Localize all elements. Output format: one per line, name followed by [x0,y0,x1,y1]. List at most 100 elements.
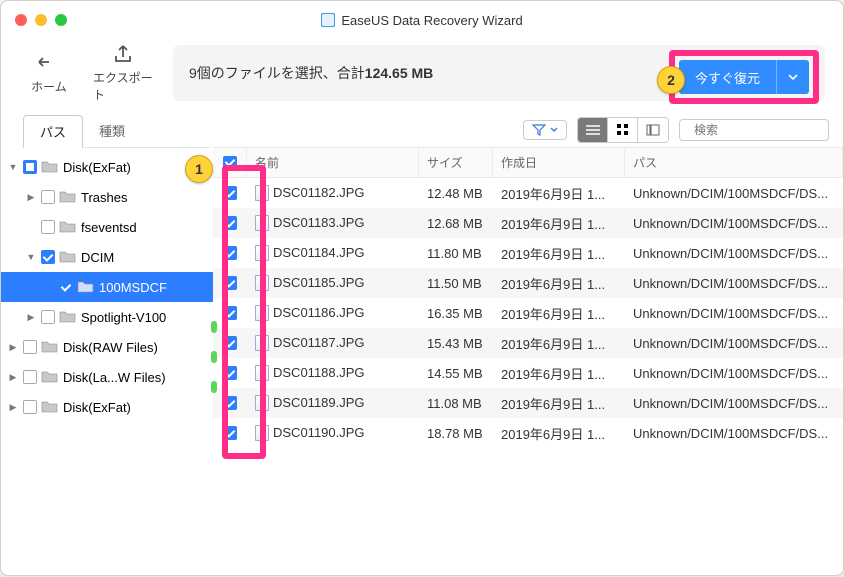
row-checkbox[interactable] [223,336,237,350]
tree-label: Disk(RAW Files) [63,340,158,355]
row-checkbox[interactable] [223,276,237,290]
row-checkbox[interactable] [223,216,237,230]
minimize-dot[interactable] [35,14,47,26]
row-checkbox[interactable] [223,246,237,260]
col-size[interactable]: サイズ [419,148,493,177]
disclosure-arrow-icon[interactable]: ▶ [7,342,19,353]
tree-label: Disk(La...W Files) [63,370,166,385]
file-path: Unknown/DCIM/100MSDCF/DS... [625,336,843,351]
file-size: 15.43 MB [419,336,493,351]
sidebar-tabs: パス 種類 [23,115,209,148]
tab-path[interactable]: パス [23,115,83,148]
tree-checkbox[interactable] [23,400,37,414]
search-input[interactable] [694,123,844,137]
row-checkbox[interactable] [223,426,237,440]
table-row[interactable]: DSC01184.JPG11.80 MB2019年6月9日 1...Unknow… [213,238,843,268]
restore-highlight: 2 今すぐ復元 [669,50,819,104]
col-name[interactable]: 名前 [247,148,419,177]
tree-checkbox[interactable] [23,370,37,384]
table-row[interactable]: DSC01182.JPG12.48 MB2019年6月9日 1...Unknow… [213,178,843,208]
file-icon [255,425,269,441]
table-header: 名前 サイズ 作成日 パス [213,148,843,178]
disclosure-arrow-icon[interactable]: ▼ [7,162,19,172]
tree-label: fseventsd [81,220,137,235]
file-size: 11.08 MB [419,396,493,411]
close-dot[interactable] [15,14,27,26]
file-name: DSC01186.JPG [273,305,365,320]
view-grid-button[interactable] [608,118,638,142]
tree-label: Disk(ExFat) [63,160,131,175]
col-path[interactable]: パス [625,148,843,177]
disclosure-arrow-icon[interactable]: ▼ [25,252,37,262]
row-checkbox[interactable] [223,366,237,380]
list-toolbar [213,113,843,148]
file-date: 2019年6月9日 1... [493,184,625,203]
file-path: Unknown/DCIM/100MSDCF/DS... [625,216,843,231]
file-path: Unknown/DCIM/100MSDCF/DS... [625,396,843,411]
file-name: DSC01182.JPG [273,185,365,200]
table-row[interactable]: DSC01187.JPG15.43 MB2019年6月9日 1...Unknow… [213,328,843,358]
tree-item[interactable]: ▶ Disk(La...W Files) [1,362,213,392]
file-path: Unknown/DCIM/100MSDCF/DS... [625,426,843,441]
table-row[interactable]: DSC01186.JPG16.35 MB2019年6月9日 1...Unknow… [213,298,843,328]
file-path: Unknown/DCIM/100MSDCF/DS... [625,276,843,291]
filter-button[interactable] [523,120,567,140]
search-field[interactable] [679,119,829,141]
callout-2: 2 [657,66,685,94]
file-icon [255,365,269,381]
disclosure-arrow-icon[interactable]: ▶ [25,192,37,203]
table-row[interactable]: DSC01188.JPG14.55 MB2019年6月9日 1...Unknow… [213,358,843,388]
tree-item[interactable]: ▶Disk(ExFat) [1,392,213,422]
tree-item[interactable]: ▼DCIM [1,242,213,272]
select-all-checkbox[interactable] [223,156,237,170]
status-indicator [211,321,217,333]
row-checkbox[interactable] [223,396,237,410]
app-icon [321,13,335,27]
view-preview-button[interactable] [638,118,668,142]
table-row[interactable]: DSC01185.JPG11.50 MB2019年6月9日 1...Unknow… [213,268,843,298]
file-size: 11.80 MB [419,246,493,261]
tree-checkbox[interactable] [41,220,55,234]
status-indicator [211,351,217,363]
tree-checkbox[interactable] [41,250,55,264]
tree-item[interactable]: ▼ Disk(ExFat) [1,152,213,182]
restore-now-button[interactable]: 今すぐ復元 [679,60,809,94]
tab-kind[interactable]: 種類 [83,115,141,147]
file-date: 2019年6月9日 1... [493,274,625,293]
table-row[interactable]: DSC01189.JPG11.08 MB2019年6月9日 1...Unknow… [213,388,843,418]
file-icon [255,275,269,291]
tree-checkbox[interactable] [41,190,55,204]
tree-item[interactable]: 100MSDCF [1,272,213,302]
titlebar: EaseUS Data Recovery Wizard [1,1,843,39]
tree-checkbox[interactable] [23,340,37,354]
disclosure-arrow-icon[interactable]: ▶ [25,312,37,323]
zoom-dot[interactable] [55,14,67,26]
file-name: DSC01187.JPG [273,335,365,350]
disclosure-arrow-icon[interactable]: ▶ [7,402,19,413]
file-date: 2019年6月9日 1... [493,394,625,413]
table-row[interactable]: DSC01190.JPG18.78 MB2019年6月9日 1...Unknow… [213,418,843,448]
tree-checkbox[interactable] [41,310,55,324]
file-path: Unknown/DCIM/100MSDCF/DS... [625,186,843,201]
col-date[interactable]: 作成日 [493,148,625,177]
disclosure-arrow-icon[interactable]: ▶ [7,372,19,383]
tree-label: Trashes [81,190,127,205]
file-size: 11.50 MB [419,276,493,291]
chevron-down-icon[interactable] [776,60,809,94]
sidebar: パス 種類 ▼ Disk(ExFat) ▶ Trashes fseventsd ▼DCIM… [1,113,213,577]
tree-item[interactable]: fseventsd [1,212,213,242]
file-name: DSC01183.JPG [273,215,365,230]
tree-item[interactable]: ▶ Spotlight-V100 [1,302,213,332]
callout-1: 1 [185,155,213,183]
tree-label: Spotlight-V100 [81,310,166,325]
home-button[interactable]: ホーム [19,52,79,95]
tree-item[interactable]: ▶ Disk(RAW Files) [1,332,213,362]
tree-item[interactable]: ▶ Trashes [1,182,213,212]
export-button[interactable]: エクスポート [93,43,153,103]
row-checkbox[interactable] [223,186,237,200]
tree-checkbox[interactable] [23,160,37,174]
row-checkbox[interactable] [223,306,237,320]
tree-checkbox[interactable] [59,280,73,294]
view-list-button[interactable] [578,118,608,142]
table-row[interactable]: DSC01183.JPG12.68 MB2019年6月9日 1...Unknow… [213,208,843,238]
